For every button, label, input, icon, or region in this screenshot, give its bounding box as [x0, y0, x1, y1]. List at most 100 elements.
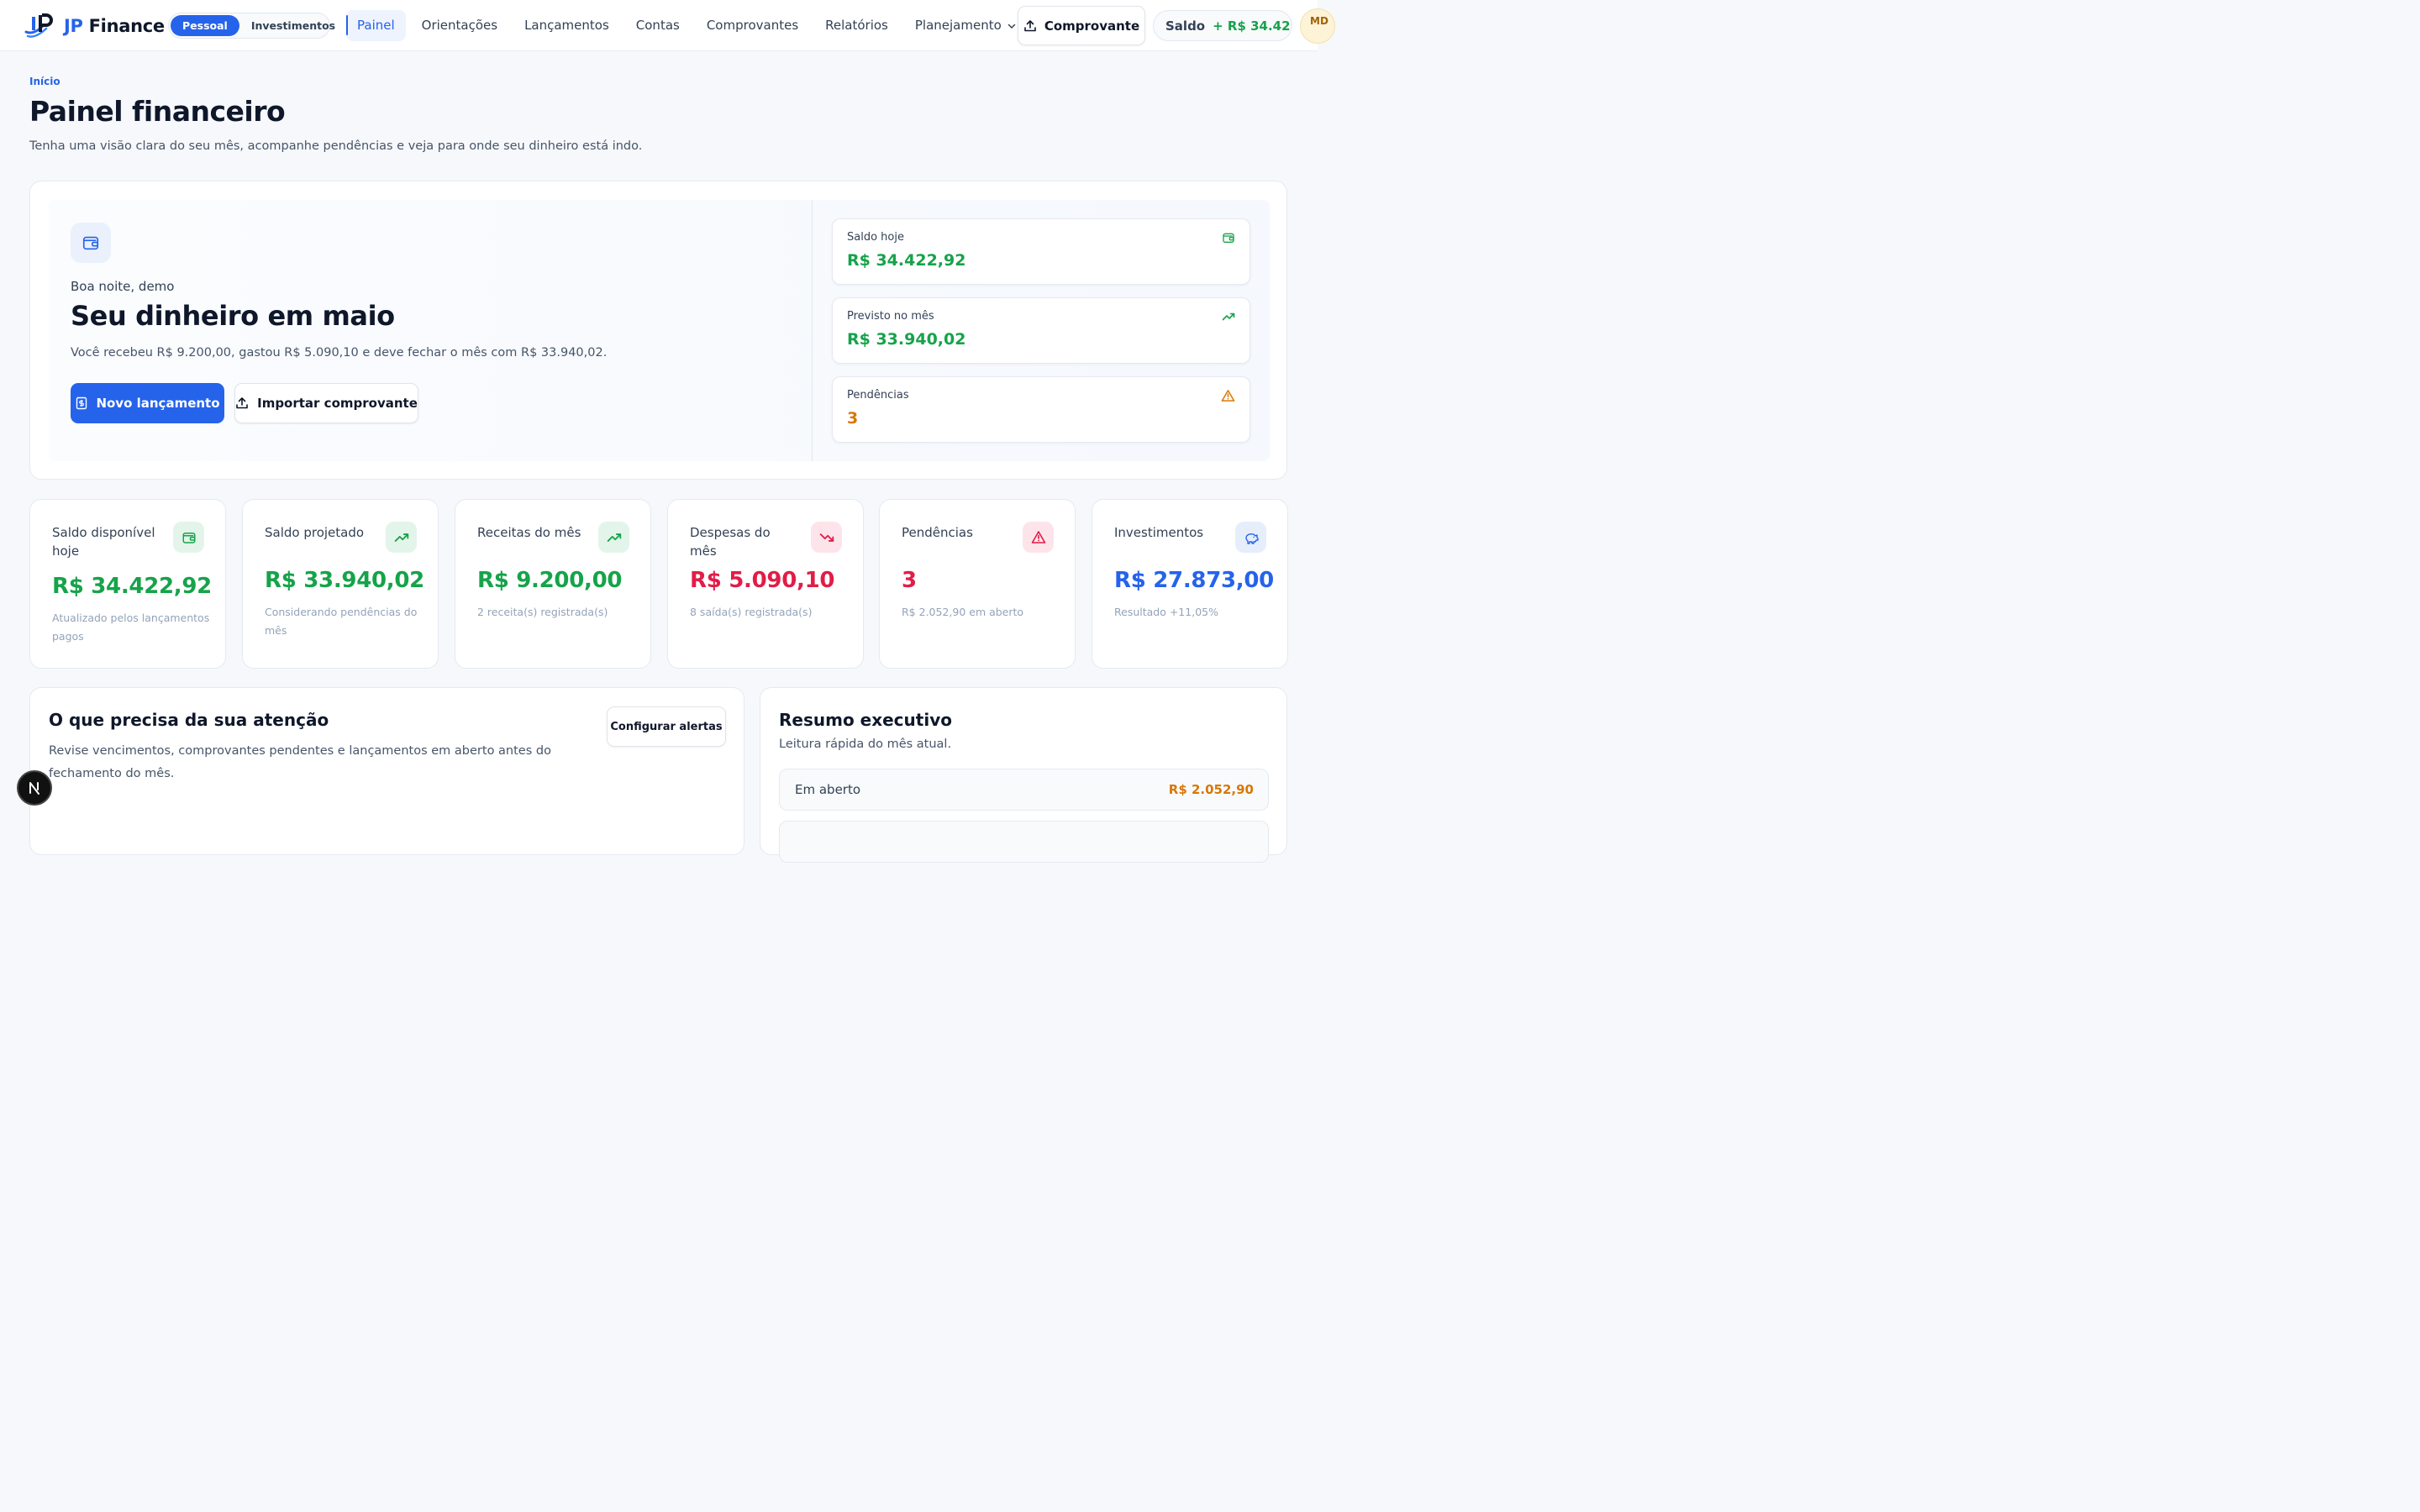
kpi-note: 8 saída(s) registrada(s) [690, 606, 813, 618]
hero-card: Boa noite, demo Seu dinheiro em maio Voc… [29, 181, 1287, 480]
hero-inner: Boa noite, demo Seu dinheiro em maio Voc… [49, 200, 1270, 461]
trending-up-icon [1222, 312, 1235, 321]
kpi-icon-badge [386, 522, 417, 553]
dev-tools-badge[interactable] [17, 770, 52, 806]
hero-title: Seu dinheiro em maio [71, 300, 395, 332]
attention-title: O que precisa da sua atenção [49, 710, 329, 730]
hero-greeting: Boa noite, demo [71, 279, 175, 294]
nav-planejamento[interactable]: Planejamento [904, 10, 1028, 41]
kpi-note: Considerando pendências do mês [265, 606, 418, 637]
hero-stat-label: Saldo hoje [847, 231, 904, 244]
hero-stat-value: 3 [847, 409, 859, 428]
nav-painel[interactable]: Painel [346, 10, 406, 41]
kpi-icon-badge [598, 522, 629, 553]
nav-orientacoes[interactable]: Orientações [411, 10, 508, 41]
page-title: Painel financeiro [29, 95, 286, 128]
hero-stat-previsto: Previsto no mês R$ 33.940,02 [832, 297, 1250, 364]
kpi-label: Receitas do mês [477, 525, 581, 540]
executive-summary-panel: Resumo executivo Leitura rápida do mês a… [760, 687, 1287, 863]
kpi-label: Pendências [902, 525, 973, 540]
kpi-label: Despesas do mês [690, 525, 771, 559]
novo-lancamento-label: Novo lançamento [96, 396, 220, 411]
hero-description: Você recebeu R$ 9.200,00, gastou R$ 5.09… [71, 346, 608, 360]
attention-panel: O que precisa da sua atenção Revise venc… [29, 687, 744, 855]
saldo-pill[interactable]: Saldo + R$ 34.42... [1153, 10, 1292, 41]
kpi-saldo-projetado[interactable]: Saldo projetado R$ 33.940,02 Considerand… [242, 499, 439, 669]
kpi-note: Atualizado pelos lançamentos pagos [52, 612, 210, 643]
hero-stat-label: Previsto no mês [847, 310, 934, 323]
kpi-value: R$ 5.090,10 [690, 568, 835, 593]
mode-pessoal[interactable]: Pessoal [171, 15, 239, 36]
executive-row-label: Em aberto [795, 782, 861, 797]
hero-stat-value: R$ 34.422,92 [847, 251, 966, 270]
kpi-note: Resultado +11,05% [1114, 606, 1218, 618]
hero-divider [812, 200, 813, 461]
chevron-down-icon [1007, 24, 1016, 29]
executive-description: Leitura rápida do mês atual. [779, 738, 952, 751]
brand-name: JP Finance [64, 16, 165, 36]
nav-contas[interactable]: Contas [625, 10, 691, 41]
wallet-icon [82, 236, 99, 250]
main-nav: Painel Orientações Lançamentos Contas Co… [346, 10, 1033, 41]
kpi-icon-badge [173, 522, 204, 553]
kpi-value: R$ 33.940,02 [265, 568, 424, 593]
hero-stat-pendencias: Pendências 3 [832, 376, 1250, 443]
hero-stat-saldo-hoje: Saldo hoje R$ 34.422,92 [832, 218, 1250, 285]
wallet-icon [1223, 233, 1234, 243]
trending-up-icon [607, 533, 621, 542]
next-logo-icon [29, 782, 39, 795]
page-subtitle: Tenha uma visão clara do seu mês, acompa… [29, 139, 643, 153]
kpi-label: Saldo disponível hoje [52, 525, 155, 559]
hero-wallet-badge [71, 223, 111, 263]
user-avatar[interactable]: MD [1300, 8, 1335, 44]
kpi-label: Saldo projetado [265, 525, 365, 540]
upload-comprovante-button[interactable]: Comprovante [1018, 6, 1145, 45]
kpi-label: Investimentos [1114, 525, 1204, 540]
kpi-icon-badge [811, 522, 842, 553]
attention-description: Revise vencimentos, comprovantes pendent… [49, 744, 551, 780]
kpi-icon-badge [1235, 522, 1266, 553]
top-navigation-bar: JP Finance Pessoal Investimentos Painel … [0, 0, 1335, 51]
configure-alerts-button[interactable]: Configurar alertas [607, 706, 726, 747]
upload-comprovante-label: Comprovante [1044, 18, 1140, 34]
kpi-note: 2 receita(s) registrada(s) [477, 606, 608, 618]
novo-lancamento-button[interactable]: Novo lançamento [71, 383, 224, 423]
kpi-note: R$ 2.052,90 em aberto [902, 606, 1024, 618]
trending-up-icon [394, 533, 408, 542]
warning-icon [1221, 390, 1235, 402]
hero-stat-label: Pendências [847, 389, 909, 402]
kpi-despesas[interactable]: Despesas do mês R$ 5.090,10 8 saída(s) r… [667, 499, 864, 669]
importar-comprovante-label: Importar comprovante [257, 396, 418, 411]
importar-comprovante-button[interactable]: Importar comprovante [234, 383, 418, 423]
kpi-investimentos[interactable]: Investimentos R$ 27.873,00 Resultado +11… [1092, 499, 1288, 669]
executive-title: Resumo executivo [779, 710, 952, 730]
alert-triangle-icon [1031, 531, 1045, 543]
active-nav-indicator [346, 15, 348, 35]
kpi-value: R$ 27.873,00 [1114, 568, 1274, 593]
kpi-value: 3 [902, 568, 917, 593]
receipt-icon [76, 396, 87, 410]
kpi-receitas[interactable]: Receitas do mês R$ 9.200,00 2 receita(s)… [455, 499, 651, 669]
nav-comprovantes[interactable]: Comprovantes [696, 10, 809, 41]
breadcrumb[interactable]: Início [29, 76, 60, 87]
kpi-value: R$ 9.200,00 [477, 568, 623, 593]
piggy-bank-icon [1244, 533, 1259, 544]
wallet-icon [182, 532, 195, 543]
upload-icon [236, 397, 248, 409]
executive-row-value: R$ 2.052,90 [1168, 782, 1254, 797]
trending-down-icon [819, 533, 834, 542]
kpi-value: R$ 34.422,92 [52, 574, 212, 599]
hero-stat-value: R$ 33.940,02 [847, 330, 966, 349]
nav-relatorios[interactable]: Relatórios [814, 10, 899, 41]
mode-investimentos[interactable]: Investimentos [239, 15, 347, 36]
executive-row [779, 821, 1269, 863]
brand-logo[interactable]: JP Finance [24, 13, 165, 39]
executive-row-em-aberto: Em aberto R$ 2.052,90 [779, 769, 1269, 811]
kpi-pendencias[interactable]: Pendências 3 R$ 2.052,90 em aberto [879, 499, 1076, 669]
saldo-pill-value: + R$ 34.42... [1213, 18, 1292, 34]
nav-lancamentos[interactable]: Lançamentos [513, 10, 620, 41]
upload-icon [1024, 19, 1036, 31]
kpi-icon-badge [1023, 522, 1054, 553]
kpi-saldo-disponivel[interactable]: Saldo disponível hoje R$ 34.422,92 Atual… [29, 499, 226, 669]
mode-toggle: Pessoal Investimentos [168, 13, 335, 39]
